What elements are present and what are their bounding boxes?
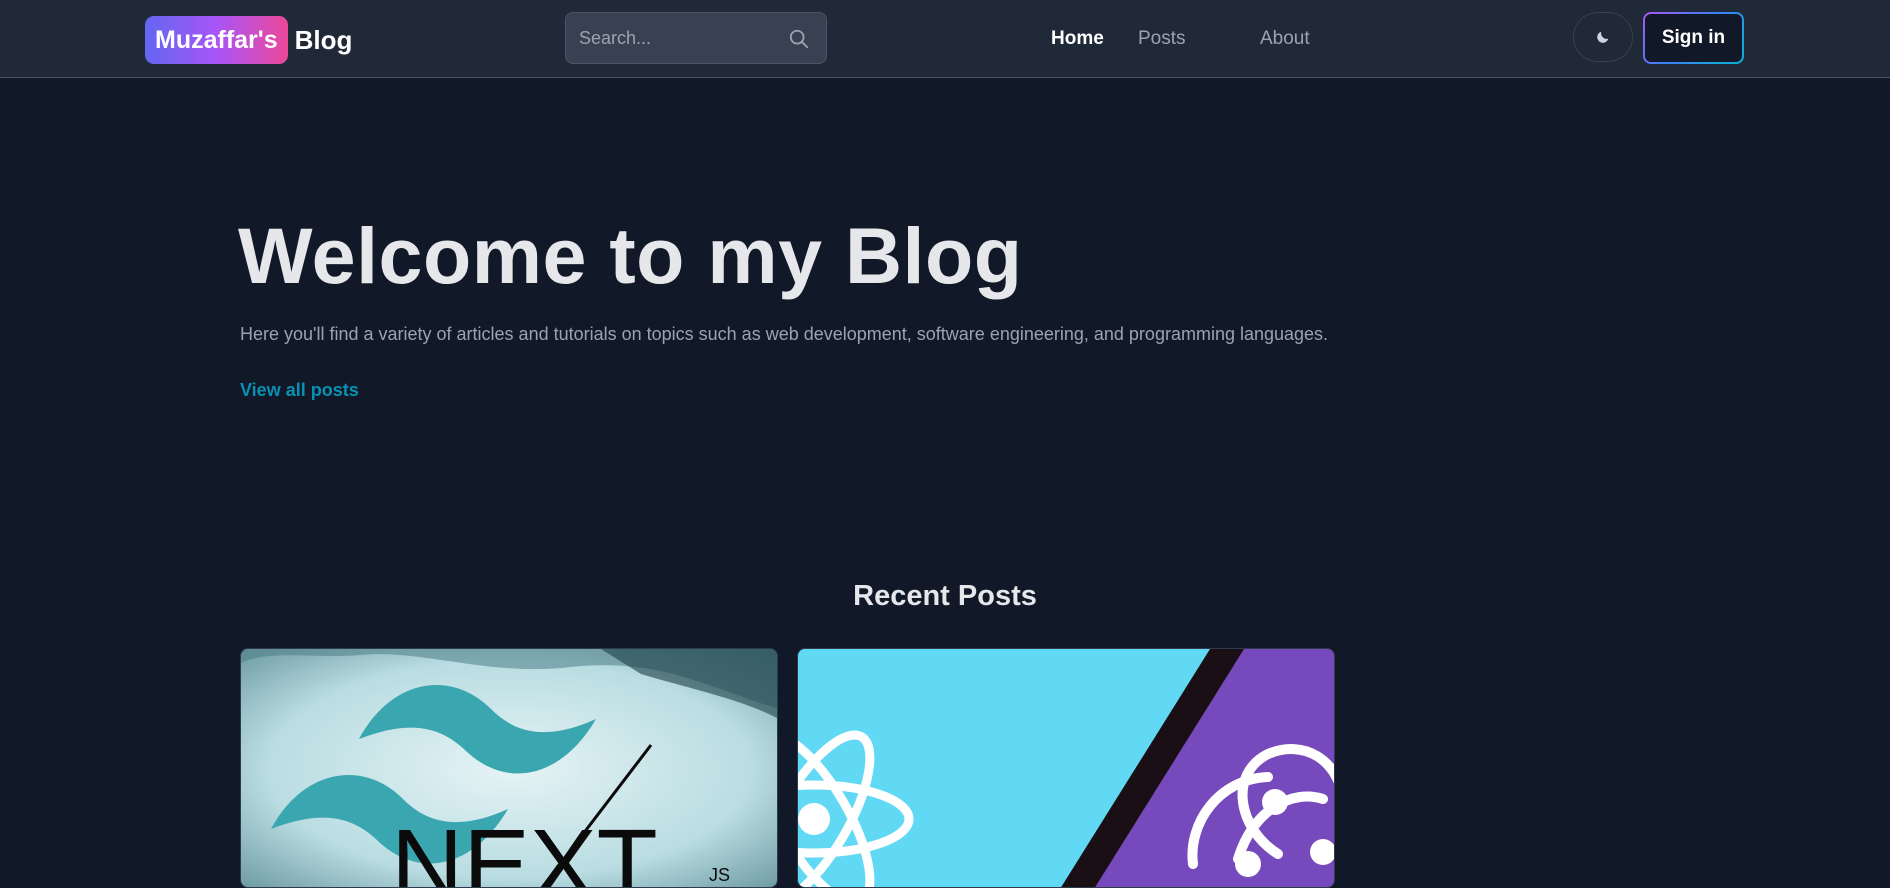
nav-link-about[interactable]: About [1260,27,1310,51]
sign-in-button[interactable]: Sign in [1643,12,1744,64]
cover-subtext: JS [709,865,730,885]
theme-toggle-button[interactable] [1573,12,1633,62]
search-box [565,12,827,64]
post-card-tailwind-next[interactable]: NEXT JS [240,648,778,888]
top-navbar: Muzaffar's Blog Home Posts About Sign in [0,0,1890,78]
sign-in-label: Sign in [1645,14,1742,62]
search-input[interactable] [566,13,776,63]
view-all-posts-link[interactable]: View all posts [240,380,359,401]
search-icon[interactable] [788,28,810,50]
hero-title: Welcome to my Blog [238,211,1023,300]
nav-link-home[interactable]: Home [1051,27,1104,51]
post-cover-image: NEXT JS [241,649,777,888]
logo-badge: Muzaffar's [145,16,288,64]
moon-icon [1597,31,1609,43]
recent-posts-heading: Recent Posts [853,580,1037,612]
post-cover-image [798,649,1334,887]
site-logo[interactable]: Muzaffar's Blog [145,16,352,64]
cover-text: NEXT [391,809,658,888]
logo-text: Blog [294,24,353,55]
nav-link-posts[interactable]: Posts [1138,27,1186,51]
hero-subtitle: Here you'll find a variety of articles a… [240,324,1329,344]
post-card-react-redux[interactable] [797,648,1335,888]
